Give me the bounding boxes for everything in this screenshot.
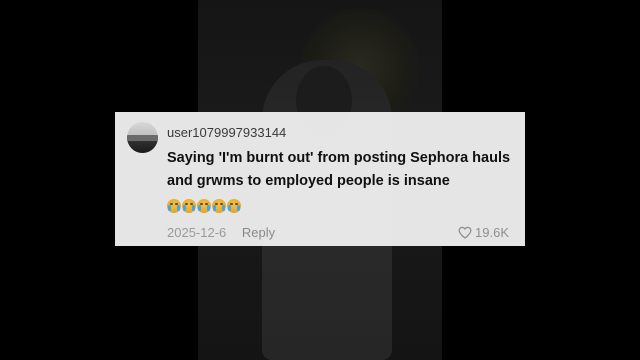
avatar-landscape xyxy=(127,135,158,141)
comment-date: 2025-12-6 xyxy=(167,225,227,240)
reply-button[interactable]: Reply xyxy=(242,225,275,240)
loudly-crying-face-icon xyxy=(197,199,211,213)
video-stage: user1079997933144 Saying 'I'm burnt out'… xyxy=(0,0,640,360)
loudly-crying-face-icon xyxy=(212,199,226,213)
loudly-crying-face-icon xyxy=(182,199,196,213)
loudly-crying-face-icon xyxy=(227,199,241,213)
comment-username[interactable]: user1079997933144 xyxy=(167,125,286,140)
heart-outline-icon[interactable] xyxy=(458,226,472,239)
emoji-row xyxy=(167,199,241,213)
like-button[interactable]: 19.6K xyxy=(458,225,509,240)
comment-text: Saying 'I'm burnt out' from posting Seph… xyxy=(167,150,511,189)
comment-meta: 2025-12-6 Reply xyxy=(167,225,275,240)
loudly-crying-face-icon xyxy=(167,199,181,213)
like-count: 19.6K xyxy=(475,225,509,240)
avatar[interactable] xyxy=(127,122,158,153)
comment-card: user1079997933144 Saying 'I'm burnt out'… xyxy=(115,112,525,246)
